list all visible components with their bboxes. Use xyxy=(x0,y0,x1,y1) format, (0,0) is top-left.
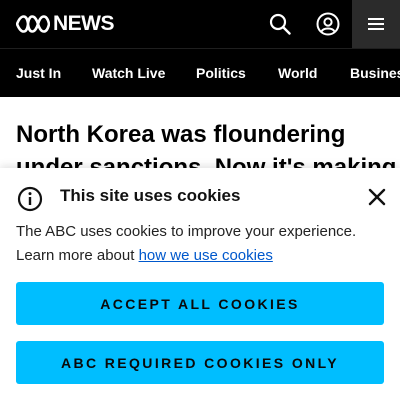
top-header: NEWS xyxy=(0,0,400,48)
required-cookies-only-button[interactable]: ABC REQUIRED COOKIES ONLY xyxy=(16,341,384,384)
account-button[interactable] xyxy=(304,0,352,48)
search-button[interactable] xyxy=(256,0,304,48)
nav-item-world[interactable]: World xyxy=(278,49,317,97)
headline-line-1: North Korea was floundering xyxy=(16,121,346,148)
nav-item-business[interactable]: Business xyxy=(350,49,400,97)
menu-button[interactable] xyxy=(352,0,400,48)
info-icon xyxy=(17,186,43,212)
cookie-policy-link[interactable]: how we use cookies xyxy=(139,247,273,264)
nav-item-watch-live[interactable]: Watch Live xyxy=(92,49,165,97)
nav-item-just-in[interactable]: Just In xyxy=(16,49,61,97)
cookie-banner: This site uses cookies The ABC uses cook… xyxy=(0,168,400,400)
accept-all-cookies-button[interactable]: ACCEPT ALL COOKIES xyxy=(16,282,384,325)
search-icon xyxy=(269,13,291,35)
cookie-banner-title: This site uses cookies xyxy=(60,186,241,205)
abc-logo-icon xyxy=(16,15,50,33)
logo-text: NEWS xyxy=(53,12,115,35)
abc-news-logo[interactable]: NEWS xyxy=(16,12,115,36)
close-cookie-banner-button[interactable] xyxy=(362,182,392,212)
close-icon xyxy=(368,188,386,206)
section-nav: Just In Watch Live Politics World Busine… xyxy=(0,48,400,97)
nav-item-politics[interactable]: Politics xyxy=(196,49,246,97)
menu-icon xyxy=(368,18,384,30)
account-icon xyxy=(316,12,340,36)
cookie-banner-text: The ABC uses cookies to improve your exp… xyxy=(16,220,386,268)
